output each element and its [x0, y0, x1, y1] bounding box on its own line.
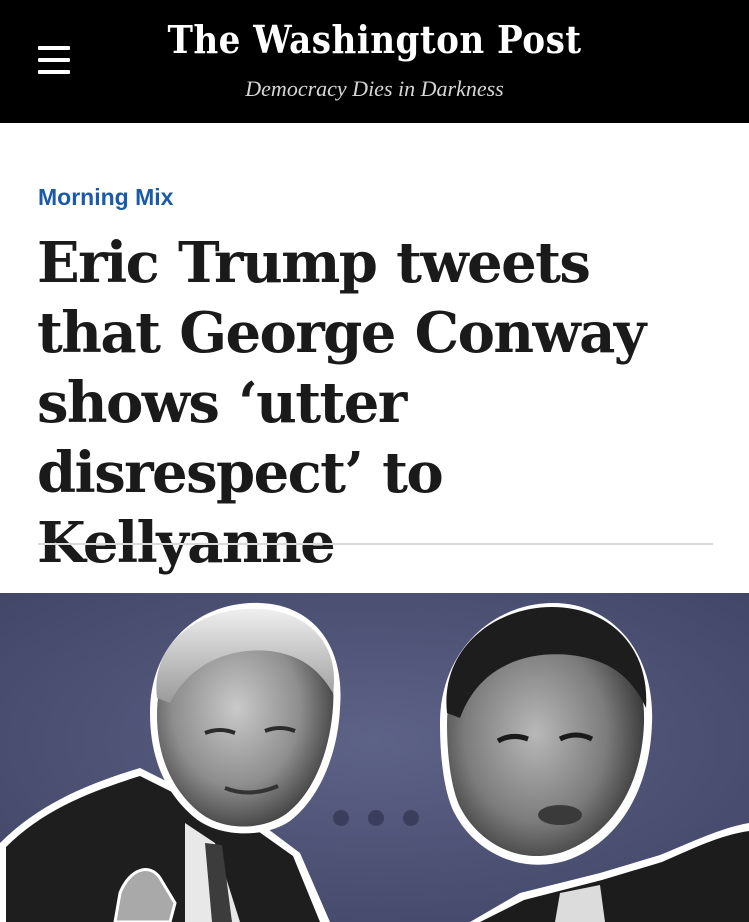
headline-divider [38, 543, 713, 545]
site-tagline: Democracy Dies in Darkness [245, 76, 504, 101]
carousel-dot-2 [368, 810, 384, 826]
photo-collage-icon [0, 593, 749, 922]
carousel-dot-3 [403, 810, 419, 826]
section-kicker-link[interactable]: Morning Mix [38, 180, 173, 214]
lead-image[interactable] [0, 593, 749, 922]
article-headline: Eric Trump tweets that George Conway sho… [37, 230, 646, 576]
carousel-dot-1 [333, 810, 349, 826]
article-page: The Washington Post Democracy Dies in Da… [0, 0, 749, 922]
site-logo[interactable]: The Washington Post [37, 14, 711, 66]
masthead: The Washington Post Democracy Dies in Da… [0, 0, 749, 123]
